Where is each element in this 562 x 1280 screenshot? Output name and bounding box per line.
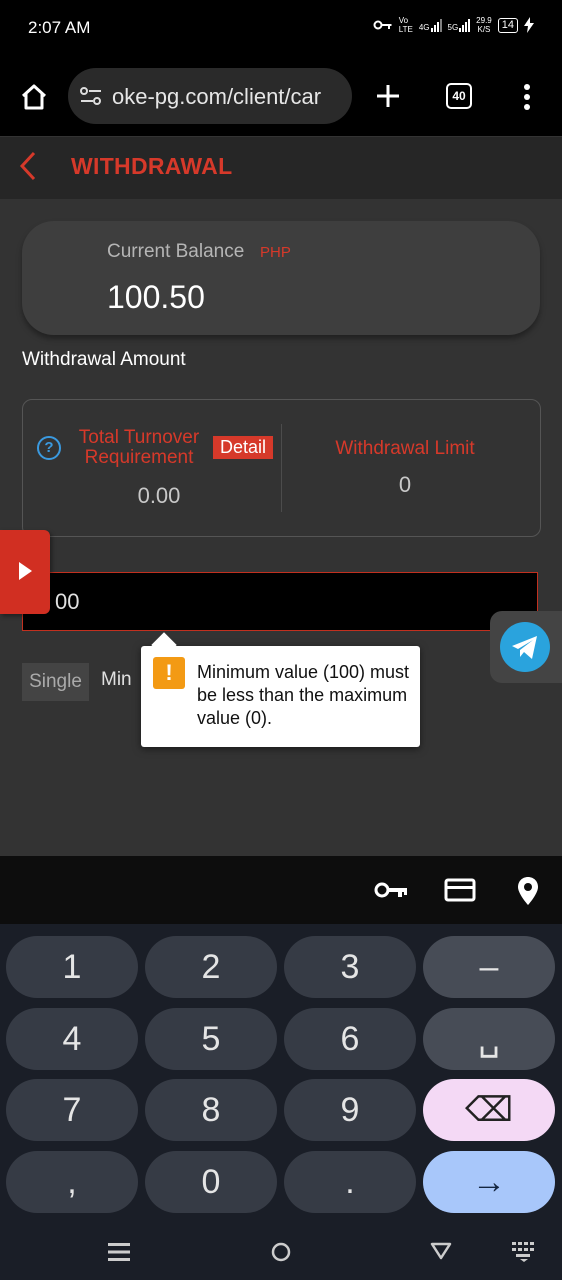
side-drawer-toggle[interactable] xyxy=(0,530,50,614)
detail-button[interactable]: Detail xyxy=(213,436,274,459)
key-6[interactable]: 6 xyxy=(284,1008,416,1070)
key-0[interactable]: 0 xyxy=(145,1151,277,1213)
key-4[interactable]: 4 xyxy=(6,1008,138,1070)
turnover-label: Total Turnover Requirement xyxy=(78,427,200,468)
key-minus[interactable]: – xyxy=(423,936,555,998)
new-tab-icon[interactable] xyxy=(376,84,400,108)
battery-icon: 14 xyxy=(497,17,518,33)
key-space[interactable]: ␣ xyxy=(423,1008,555,1070)
key-period[interactable]: . xyxy=(284,1151,416,1213)
recents-menu-icon[interactable] xyxy=(108,1243,130,1261)
min-label: Min xyxy=(101,669,132,690)
telegram-icon xyxy=(500,622,550,672)
key-5[interactable]: 5 xyxy=(145,1008,277,1070)
app-header: WITHDRAWAL xyxy=(0,137,562,199)
back-triangle-icon[interactable] xyxy=(430,1242,452,1260)
vpn-key-icon xyxy=(373,20,392,30)
charging-icon xyxy=(524,17,534,33)
key-9[interactable]: 9 xyxy=(284,1079,416,1141)
browser-toolbar: oke-pg.com/client/car 40 xyxy=(0,56,562,137)
tooltip-tail xyxy=(151,632,177,658)
withdrawal-limit-value: 0 xyxy=(398,472,412,497)
site-settings-icon[interactable] xyxy=(80,86,102,106)
backspace-key[interactable]: ⌫ xyxy=(423,1079,555,1141)
key-3[interactable]: 3 xyxy=(284,936,416,998)
keyboard-switch-icon[interactable] xyxy=(512,1242,536,1262)
volte-indicator: Vo LTE xyxy=(398,16,413,34)
withdrawal-amount-label: Withdrawal Amount xyxy=(22,349,186,370)
help-icon[interactable]: ? xyxy=(37,436,61,460)
balance-currency: PHP xyxy=(260,244,291,261)
tab-switcher-button[interactable]: 40 xyxy=(446,83,472,109)
password-key-icon[interactable] xyxy=(374,880,408,900)
more-menu-icon[interactable] xyxy=(522,84,532,110)
address-bar[interactable]: oke-pg.com/client/car xyxy=(68,68,352,124)
amount-input[interactable] xyxy=(22,572,538,631)
warning-icon: ! xyxy=(153,657,185,689)
telegram-float-button[interactable] xyxy=(490,611,562,683)
withdrawal-limit-label: Withdrawal Limit xyxy=(335,438,475,459)
status-time: 2:07 AM xyxy=(28,18,91,37)
status-bar: 2:07 AM Vo LTE 4G 5G 29.9 K/S 14 xyxy=(0,0,562,56)
key-7[interactable]: 7 xyxy=(6,1079,138,1141)
turnover-value: 0.00 xyxy=(137,483,181,508)
key-2[interactable]: 2 xyxy=(145,936,277,998)
balance-amount: 100.50 xyxy=(107,279,205,315)
keyboard-autofill-bar xyxy=(0,856,562,924)
signal-5g-icon: 5G xyxy=(448,18,471,32)
home-icon[interactable] xyxy=(20,84,48,110)
tooltip-message: Minimum value (100) must be less than th… xyxy=(197,662,410,728)
balance-card: Current Balance PHP 100.50 xyxy=(22,221,540,335)
status-icons: Vo LTE 4G 5G 29.9 K/S 14 xyxy=(373,16,534,34)
card-divider xyxy=(281,424,282,512)
credit-card-icon[interactable] xyxy=(444,878,476,902)
balance-label: Current Balance xyxy=(107,241,245,262)
turnover-card: ? Total Turnover Requirement Detail 0.00… xyxy=(22,399,541,537)
play-arrow-icon xyxy=(19,562,32,580)
network-speed: 29.9 K/S xyxy=(476,16,492,34)
back-arrow-icon[interactable] xyxy=(18,151,38,181)
home-circle-icon[interactable] xyxy=(271,1242,291,1262)
key-1[interactable]: 1 xyxy=(6,936,138,998)
system-nav-bar xyxy=(0,1220,562,1280)
withdrawal-content: Current Balance PHP 100.50 Withdrawal Am… xyxy=(0,199,562,856)
enter-key[interactable]: → xyxy=(423,1151,555,1213)
validation-tooltip: ! Minimum value (100) must be less than … xyxy=(141,632,420,747)
location-pin-icon[interactable] xyxy=(517,876,539,906)
numeric-keyboard: 1 2 3 – 4 5 6 ␣ 7 8 9 ⌫ , 0 . → xyxy=(0,924,562,1220)
key-8[interactable]: 8 xyxy=(145,1079,277,1141)
key-comma[interactable]: , xyxy=(6,1151,138,1213)
signal-4g-icon: 4G xyxy=(419,18,442,32)
single-button[interactable]: Single xyxy=(22,663,89,701)
url-text: oke-pg.com/client/car xyxy=(112,84,322,109)
page-title: WITHDRAWAL xyxy=(71,153,233,179)
